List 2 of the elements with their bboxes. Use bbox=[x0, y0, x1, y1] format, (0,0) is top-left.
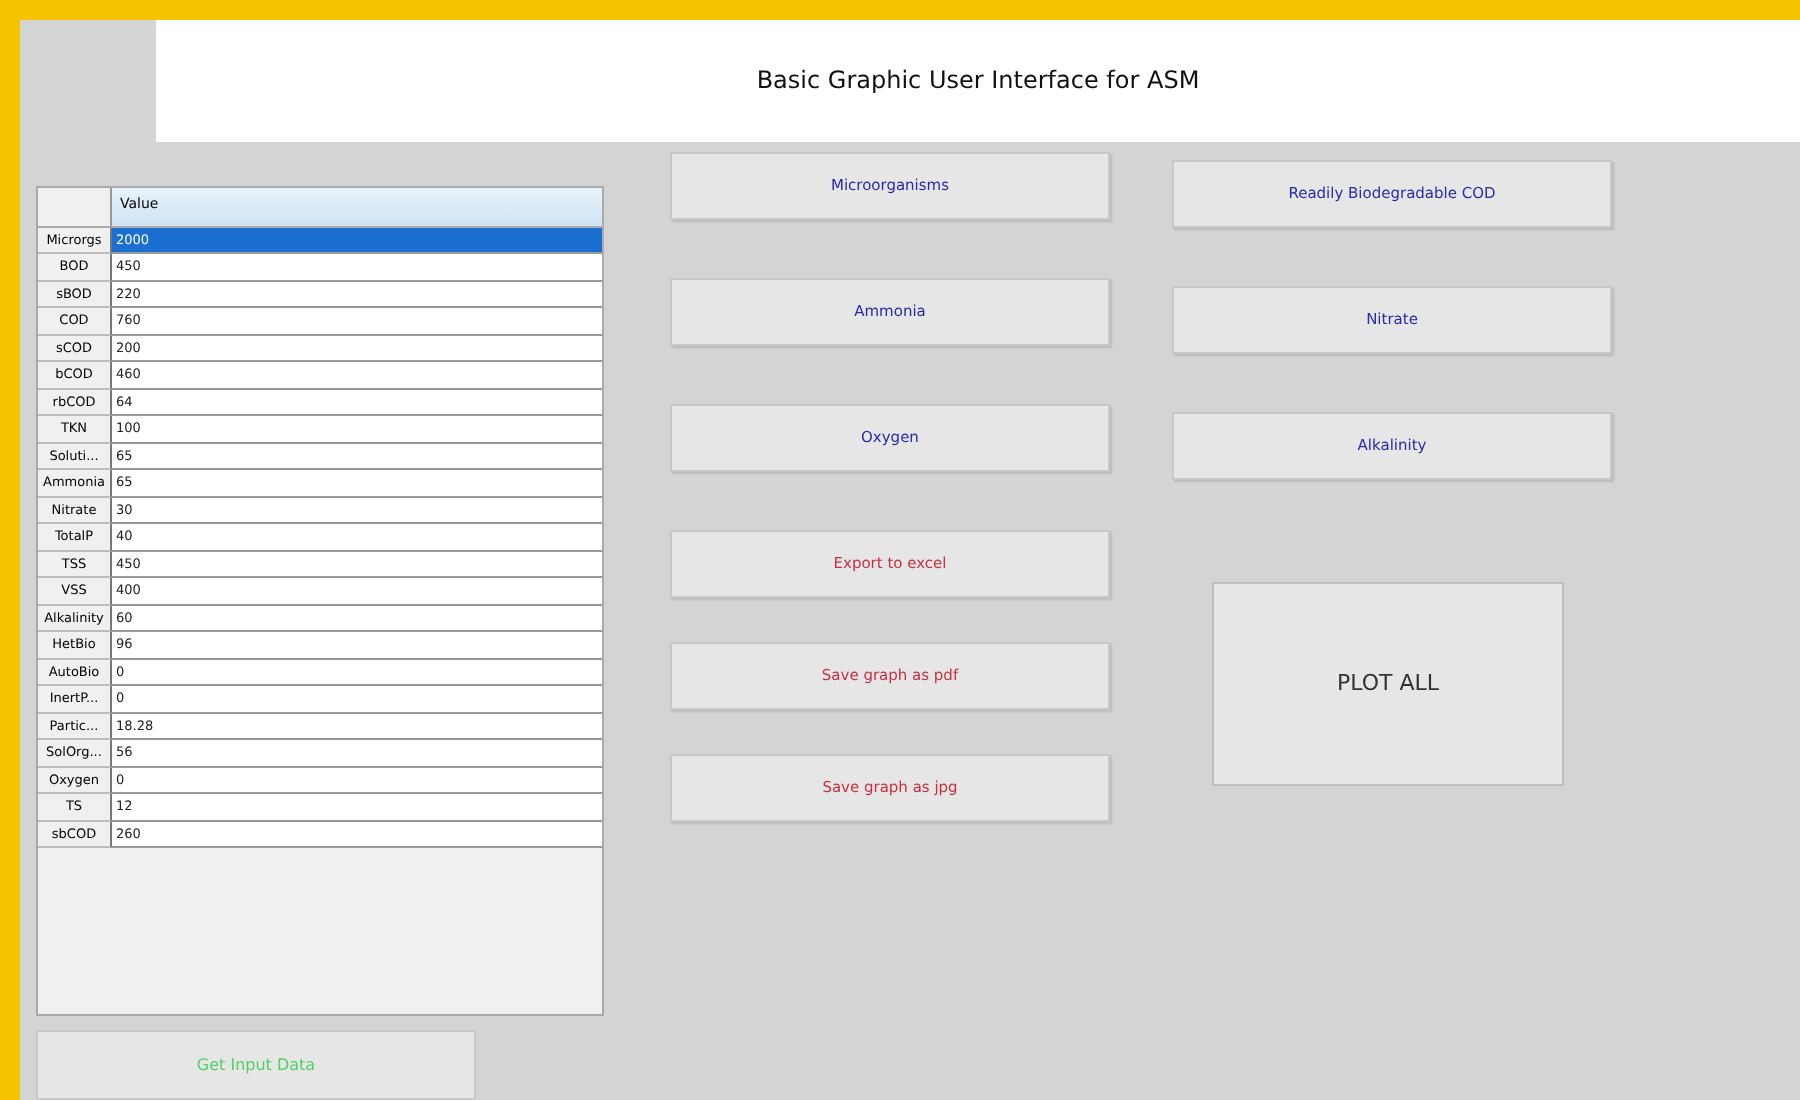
window-title: Basic Graphic User Interface for ASM bbox=[756, 66, 1200, 95]
plot-all-button[interactable]: PLOT ALL bbox=[1212, 581, 1564, 786]
